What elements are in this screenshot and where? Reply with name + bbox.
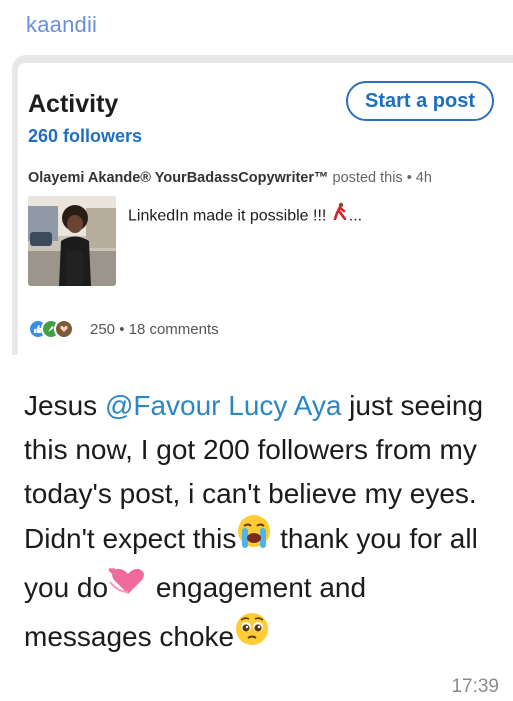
sender-name[interactable]: kaandii bbox=[26, 12, 97, 38]
post-author-name[interactable]: Olayemi Akande® YourBadassCopywriter™ bbox=[28, 170, 329, 186]
post-ellipsis: ... bbox=[348, 207, 363, 225]
post-text[interactable]: LinkedIn made it possible !!! ... bbox=[128, 202, 363, 228]
start-post-button[interactable]: Start a post bbox=[346, 81, 494, 121]
reaction-icons[interactable] bbox=[28, 318, 74, 340]
activity-title: Activity bbox=[28, 90, 119, 118]
post-author-line: Olayemi Akande® YourBadassCopywriter™ po… bbox=[28, 170, 432, 186]
mention-link[interactable]: @Favour Lucy Aya bbox=[105, 390, 341, 421]
post-meta: posted this • 4h bbox=[332, 170, 432, 186]
pleading-face-emoji-icon bbox=[234, 611, 270, 660]
message-part-1: Jesus bbox=[24, 390, 105, 421]
post-text-body: LinkedIn made it possible !!! bbox=[128, 207, 331, 225]
message-text: Jesus @Favour Lucy Aya just seeing this … bbox=[24, 384, 494, 663]
message-timestamp: 17:39 bbox=[451, 676, 499, 697]
revolving-hearts-emoji-icon bbox=[108, 562, 148, 611]
followers-count[interactable]: 260 followers bbox=[28, 126, 142, 147]
loudly-crying-emoji-icon bbox=[236, 513, 272, 562]
post-thumbnail[interactable] bbox=[28, 196, 116, 286]
reaction-stats[interactable]: 250 • 18 comments bbox=[90, 321, 219, 338]
support-reaction-icon bbox=[54, 319, 74, 339]
message-bubble: kaandii Activity 260 followers Start a p… bbox=[0, 0, 513, 701]
dancer-emoji-icon bbox=[331, 202, 349, 225]
